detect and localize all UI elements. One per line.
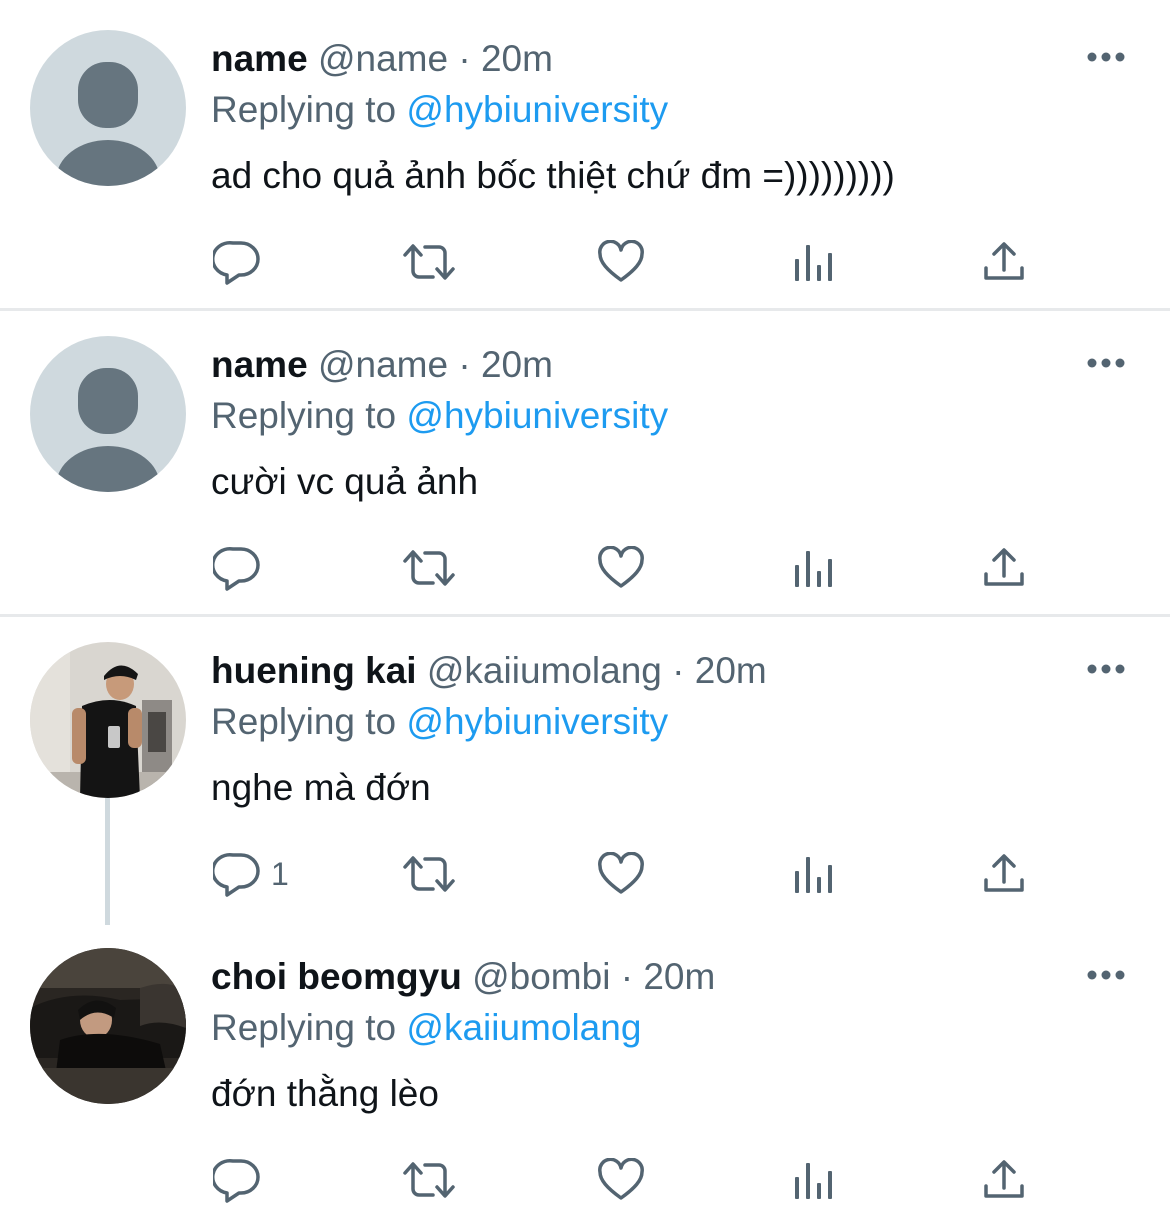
tweet[interactable]: name @name · 20m Replying to @hybiuniver… [0, 311, 1170, 614]
user-handle[interactable]: @name [318, 38, 448, 79]
more-icon [1087, 52, 1125, 62]
retweet-button[interactable] [401, 543, 457, 593]
more-button[interactable] [1086, 50, 1126, 64]
like-button[interactable] [597, 1155, 645, 1205]
tweet-header: choi beomgyu @bombi · 20m [211, 955, 715, 999]
display-name[interactable]: name [211, 38, 308, 79]
share-button[interactable] [982, 849, 1026, 899]
display-name[interactable]: huening kai [211, 650, 417, 691]
analytics-button[interactable] [792, 543, 834, 593]
share-icon [984, 854, 1024, 892]
reply-button[interactable] [213, 543, 271, 593]
reply-button[interactable] [213, 237, 271, 287]
retweet-icon [403, 856, 455, 892]
more-icon [1087, 664, 1125, 674]
replying-to-line: Replying to @kaiiumolang [211, 1006, 641, 1050]
avatar[interactable] [30, 948, 186, 1104]
avatar[interactable] [30, 30, 186, 186]
profile-photo-icon [30, 948, 186, 1104]
profile-photo-icon [30, 642, 186, 798]
heart-icon [598, 546, 644, 588]
like-button[interactable] [597, 543, 645, 593]
tweet[interactable]: name @name · 20m Replying to @hybiuniver… [0, 0, 1170, 308]
default-profile-icon [56, 368, 160, 492]
timestamp[interactable]: 20m [481, 38, 553, 79]
retweet-icon [403, 244, 455, 280]
replying-to-label: Replying to [211, 1007, 397, 1048]
replying-to-label: Replying to [211, 89, 397, 130]
replying-to-line: Replying to @hybiuniversity [211, 394, 668, 438]
like-button[interactable] [597, 849, 645, 899]
tweet-text: cười vc quả ảnh [211, 461, 479, 502]
tweet-text: đớn thằng lèo [211, 1073, 439, 1114]
more-icon [1087, 358, 1125, 368]
share-icon [984, 242, 1024, 280]
retweet-icon [403, 550, 455, 586]
retweet-button[interactable] [401, 1155, 457, 1205]
like-button[interactable] [597, 237, 645, 287]
retweet-button[interactable] [401, 849, 457, 899]
analytics-icon [795, 245, 832, 281]
more-icon [1087, 970, 1125, 980]
analytics-icon [795, 551, 832, 587]
mention-link[interactable]: @hybiuniversity [406, 395, 668, 436]
display-name[interactable]: name [211, 344, 308, 385]
separator-dot: · [620, 956, 634, 997]
replying-to-line: Replying to @hybiuniversity [211, 88, 668, 132]
mention-link[interactable]: @kaiiumolang [406, 1007, 641, 1048]
avatar[interactable] [30, 642, 186, 798]
heart-icon [598, 1158, 644, 1200]
tweet-header: name @name · 20m [211, 343, 553, 387]
heart-icon [598, 240, 644, 282]
reply-icon [213, 1159, 260, 1203]
analytics-button[interactable] [792, 1155, 834, 1205]
default-profile-icon [56, 62, 160, 186]
retweet-button[interactable] [401, 237, 457, 287]
tweet-header: name @name · 20m [211, 37, 553, 81]
replying-to-line: Replying to @hybiuniversity [211, 700, 668, 744]
analytics-button[interactable] [792, 237, 834, 287]
avatar[interactable] [30, 336, 186, 492]
tweet-text: nghe mà đớn [211, 767, 431, 808]
reply-button[interactable]: 1 [213, 849, 289, 899]
display-name[interactable]: choi beomgyu [211, 956, 462, 997]
share-icon [984, 1160, 1024, 1198]
reply-icon [213, 853, 260, 897]
tweet[interactable]: huening kai @kaiiumolang · 20m Replying … [0, 617, 1170, 925]
separator-dot: · [458, 344, 471, 385]
tweet-text: ad cho quả ảnh bốc thiệt chứ đm =)))))))… [211, 155, 895, 196]
thread-connector-line [105, 798, 110, 925]
reply-button[interactable] [213, 1155, 271, 1205]
more-button[interactable] [1086, 968, 1126, 982]
reply-count: 1 [271, 855, 289, 892]
analytics-icon [795, 857, 832, 893]
mention-link[interactable]: @hybiuniversity [406, 701, 668, 742]
separator-dot: · [458, 38, 471, 79]
reply-icon [213, 241, 260, 285]
analytics-icon [795, 1163, 832, 1199]
timestamp[interactable]: 20m [643, 956, 715, 997]
more-button[interactable] [1086, 356, 1126, 370]
replying-to-label: Replying to [211, 395, 397, 436]
heart-icon [598, 852, 644, 894]
timestamp[interactable]: 20m [695, 650, 767, 691]
share-button[interactable] [982, 1155, 1026, 1205]
separator-dot: · [672, 650, 685, 691]
user-handle[interactable]: @kaiiumolang [427, 650, 662, 691]
tweet-header: huening kai @kaiiumolang · 20m [211, 649, 767, 693]
mention-link[interactable]: @hybiuniversity [406, 89, 668, 130]
more-button[interactable] [1086, 662, 1126, 676]
reply-icon [213, 547, 260, 591]
user-handle[interactable]: @bombi [472, 956, 610, 997]
timestamp[interactable]: 20m [481, 344, 553, 385]
analytics-button[interactable] [792, 849, 834, 899]
replying-to-label: Replying to [211, 701, 397, 742]
user-handle[interactable]: @name [318, 344, 448, 385]
retweet-icon [403, 1162, 455, 1198]
share-button[interactable] [982, 237, 1026, 287]
tweet[interactable]: choi beomgyu @bombi · 20m Replying to @k… [0, 923, 1170, 1217]
share-icon [984, 548, 1024, 586]
share-button[interactable] [982, 543, 1026, 593]
